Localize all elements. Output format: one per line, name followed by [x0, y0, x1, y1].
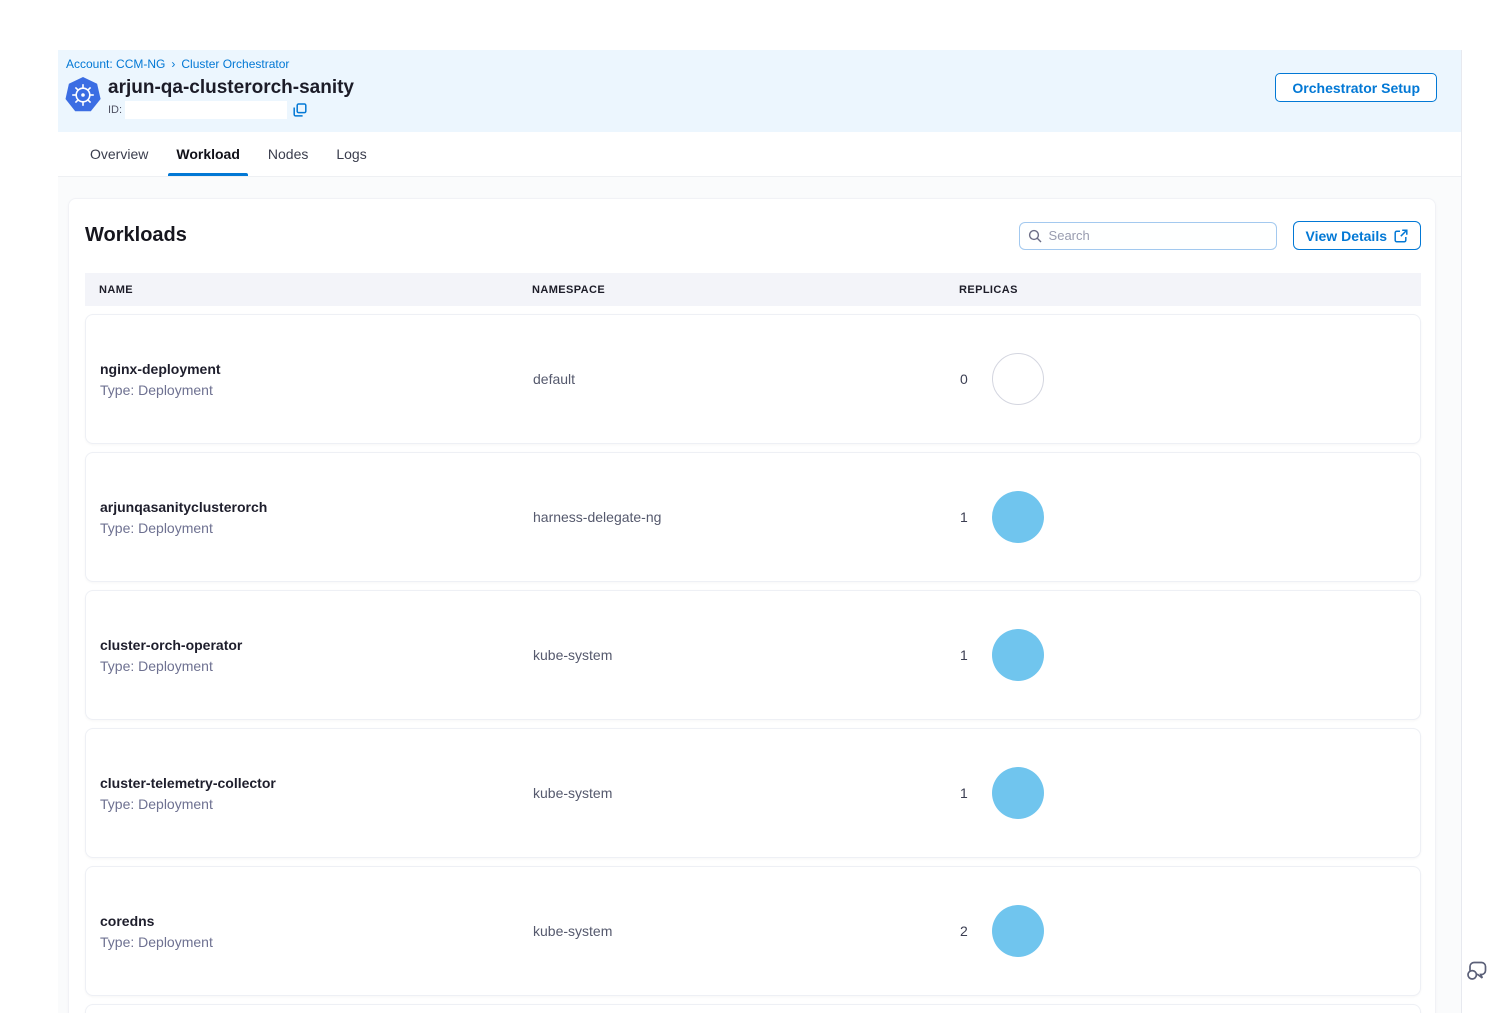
workload-namespace: kube-system: [519, 923, 946, 939]
kubernetes-icon: [64, 76, 102, 114]
table-row[interactable]: coredns Type: Deployment kube-system 2: [85, 866, 1421, 996]
workload-name: coredns: [100, 913, 519, 929]
view-details-button[interactable]: View Details: [1293, 221, 1421, 250]
workload-namespace: harness-delegate-ng: [519, 509, 946, 525]
workload-type: Type: Deployment: [100, 520, 519, 536]
workload-name: cluster-orch-operator: [100, 637, 519, 653]
table-row[interactable]: cluster-orch-operator Type: Deployment k…: [85, 590, 1421, 720]
table-row[interactable]: nginx-deployment Type: Deployment defaul…: [85, 314, 1421, 444]
replica-circle: [992, 629, 1044, 681]
page-title: arjun-qa-clusterorch-sanity: [108, 76, 354, 100]
chevron-right-icon: ›: [171, 57, 175, 71]
workload-namespace: kube-system: [519, 647, 946, 663]
workload-type: Type: Deployment: [100, 658, 519, 674]
copy-icon[interactable]: [293, 103, 307, 117]
replica-count: 0: [960, 371, 968, 387]
workload-name: arjunqasanityclusterorch: [100, 499, 519, 515]
search-box: [1019, 222, 1277, 250]
external-link-icon: [1394, 229, 1408, 243]
breadcrumb: Account: CCM-NG › Cluster Orchestrator: [66, 57, 1461, 71]
app-window: Account: CCM-NG › Cluster Orchestrator: [0, 0, 1502, 1036]
workload-type: Type: Deployment: [100, 934, 519, 950]
workload-type: Type: Deployment: [100, 382, 519, 398]
tab-nodes[interactable]: Nodes: [262, 132, 314, 176]
workload-type: Type: Deployment: [100, 796, 519, 812]
content-region: Account: CCM-NG › Cluster Orchestrator: [58, 50, 1462, 1013]
chat-icon[interactable]: [1464, 958, 1490, 984]
workload-name: cluster-telemetry-collector: [100, 775, 519, 791]
table-header-row: NAME NAMESPACE REPLICAS: [85, 273, 1421, 306]
workload-namespace: default: [519, 371, 946, 387]
breadcrumb-account-link[interactable]: Account: CCM-NG: [66, 57, 165, 71]
replica-circle: [992, 905, 1044, 957]
cluster-id-label: ID:: [108, 104, 122, 116]
column-header-namespace: NAMESPACE: [518, 284, 945, 296]
replica-circle: [992, 353, 1044, 405]
breadcrumb-section-link[interactable]: Cluster Orchestrator: [181, 57, 289, 71]
tab-bar: Overview Workload Nodes Logs: [58, 132, 1461, 177]
replica-count: 1: [960, 647, 968, 663]
table-row[interactable]: cluster-telemetry-collector Type: Deploy…: [85, 728, 1421, 858]
workloads-heading: Workloads: [85, 224, 187, 247]
replica-circle: [992, 491, 1044, 543]
replica-count: 2: [960, 923, 968, 939]
table-row-partial[interactable]: [85, 1004, 1421, 1013]
column-header-name: NAME: [85, 284, 518, 296]
tab-overview[interactable]: Overview: [84, 132, 154, 176]
view-details-label: View Details: [1306, 228, 1387, 244]
workload-namespace: kube-system: [519, 785, 946, 801]
cluster-id-redacted-value: [125, 101, 287, 119]
tab-logs[interactable]: Logs: [330, 132, 372, 176]
workload-name: nginx-deployment: [100, 361, 519, 377]
column-header-replicas: REPLICAS: [945, 284, 1421, 296]
search-icon: [1028, 229, 1042, 243]
table-row[interactable]: arjunqasanityclusterorch Type: Deploymen…: [85, 452, 1421, 582]
workloads-card: Workloads View Details: [68, 198, 1436, 1013]
replica-circle: [992, 767, 1044, 819]
page-body: Workloads View Details: [58, 177, 1461, 1013]
replica-count: 1: [960, 509, 968, 525]
replica-count: 1: [960, 785, 968, 801]
search-input[interactable]: [1049, 228, 1268, 243]
orchestrator-setup-button[interactable]: Orchestrator Setup: [1275, 73, 1437, 102]
tab-workload[interactable]: Workload: [170, 132, 246, 176]
page-header: Account: CCM-NG › Cluster Orchestrator: [58, 50, 1461, 132]
